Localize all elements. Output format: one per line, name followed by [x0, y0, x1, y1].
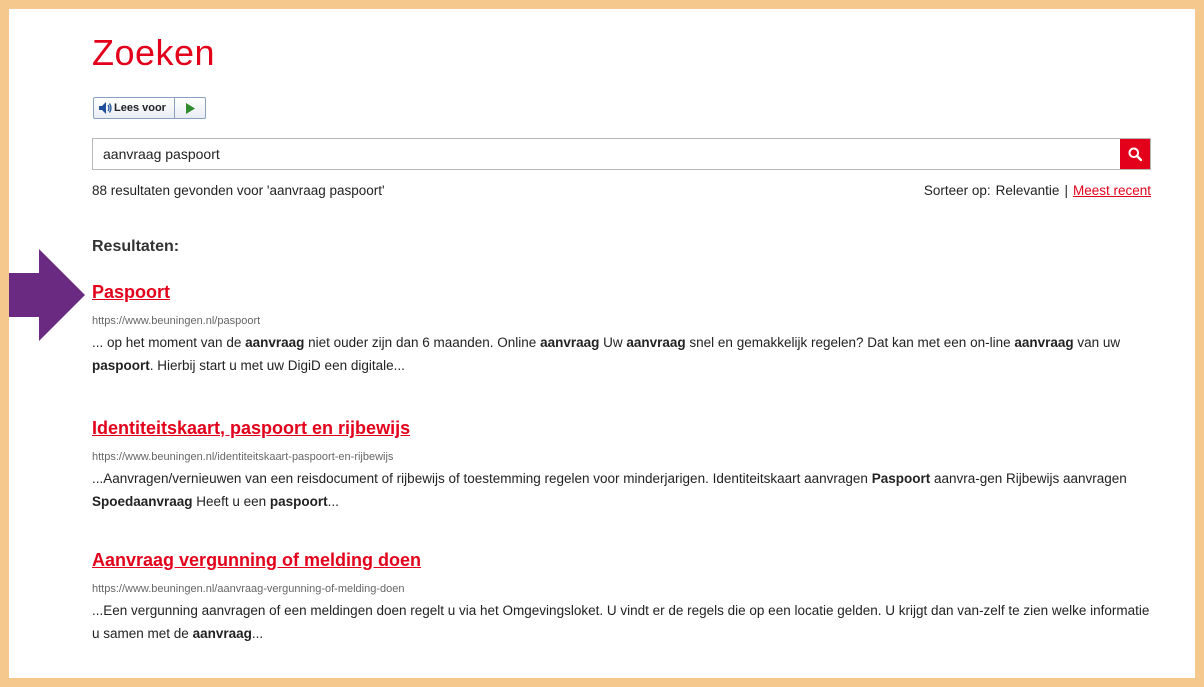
- play-icon: [185, 102, 195, 114]
- snippet-text: aanvra-gen Rijbewijs aanvragen: [930, 471, 1127, 486]
- snippet-text: ...Aanvragen/vernieuwen van een reisdocu…: [92, 471, 872, 486]
- highlighted-term: Paspoort: [871, 471, 931, 486]
- result-url: https://www.beuningen.nl/identiteitskaar…: [92, 451, 394, 463]
- highlighted-term: aanvraag: [192, 626, 252, 641]
- sort-label: Sorteer op:: [923, 183, 991, 198]
- speaker-icon: [99, 102, 112, 114]
- result-item: Aanvraag vergunning of melding doen http…: [92, 550, 1151, 645]
- listen-label: Lees voor: [114, 102, 166, 114]
- snippet-text: snel en gemakkelijk regelen? Dat kan met…: [685, 335, 1015, 350]
- result-item: Identiteitskaart, paspoort en rijbewijs …: [92, 418, 1151, 513]
- sort-most-recent-link[interactable]: Meest recent: [1073, 183, 1151, 198]
- highlighted-term: aanvraag: [626, 335, 686, 350]
- result-title-link[interactable]: Paspoort: [92, 282, 1151, 308]
- play-button[interactable]: [175, 98, 205, 118]
- snippet-text: van uw: [1073, 335, 1121, 350]
- result-snippet: ... op het moment van de aanvraag niet o…: [92, 331, 1151, 377]
- result-count: 88 resultaten gevonden voor 'aanvraag pa…: [92, 183, 385, 198]
- sort-options: Sorteer op: Relevantie | Meest recent: [924, 183, 1151, 198]
- result-snippet: ...Aanvragen/vernieuwen van een reisdocu…: [92, 467, 1151, 513]
- highlighted-term: aanvraag: [1014, 335, 1074, 350]
- page-frame: Zoeken Lees voor aanvraag paspoort 88 re…: [9, 9, 1195, 678]
- search-icon: [1128, 147, 1142, 161]
- page-title: Zoeken: [92, 32, 216, 73]
- search-form: [92, 138, 1151, 170]
- result-url: https://www.beuningen.nl/paspoort: [92, 315, 261, 327]
- result-title-link[interactable]: Aanvraag vergunning of melding doen: [92, 550, 1151, 576]
- snippet-text: ...: [327, 494, 339, 509]
- result-url: https://www.beuningen.nl/aanvraag-vergun…: [92, 583, 405, 595]
- highlighted-term: paspoort: [92, 358, 150, 373]
- snippet-text: niet ouder zijn dan 6 maanden. Online: [304, 335, 541, 350]
- snippet-text: ...: [251, 626, 264, 641]
- highlighted-term: aanvraag: [540, 335, 600, 350]
- result-snippet: ...Een vergunning aanvragen of een meldi…: [92, 599, 1151, 645]
- snippet-text: Uw: [599, 335, 627, 350]
- snippet-text: ... op het moment van de: [92, 335, 246, 350]
- highlighted-term: aanvraag: [245, 335, 305, 350]
- listen-button[interactable]: Lees voor: [94, 98, 175, 118]
- highlighted-term: Spoedaanvraag: [92, 494, 193, 509]
- results-heading: Resultaten:: [92, 238, 180, 255]
- search-input[interactable]: [93, 139, 1120, 169]
- result-title-link[interactable]: Identiteitskaart, paspoort en rijbewijs: [92, 418, 1151, 444]
- readspeaker-widget: Lees voor: [93, 97, 206, 119]
- search-button[interactable]: [1120, 139, 1150, 169]
- snippet-text: Heeft u een: [192, 494, 270, 509]
- sort-separator: |: [1064, 183, 1068, 198]
- arrow-pointer-icon: [9, 249, 85, 341]
- highlighted-term: paspoort: [269, 494, 328, 509]
- sort-current: Relevantie: [995, 183, 1060, 198]
- result-item: Paspoort https://www.beuningen.nl/paspoo…: [92, 282, 1151, 377]
- snippet-text: . Hierbij start u met uw DigiD een digit…: [149, 358, 405, 373]
